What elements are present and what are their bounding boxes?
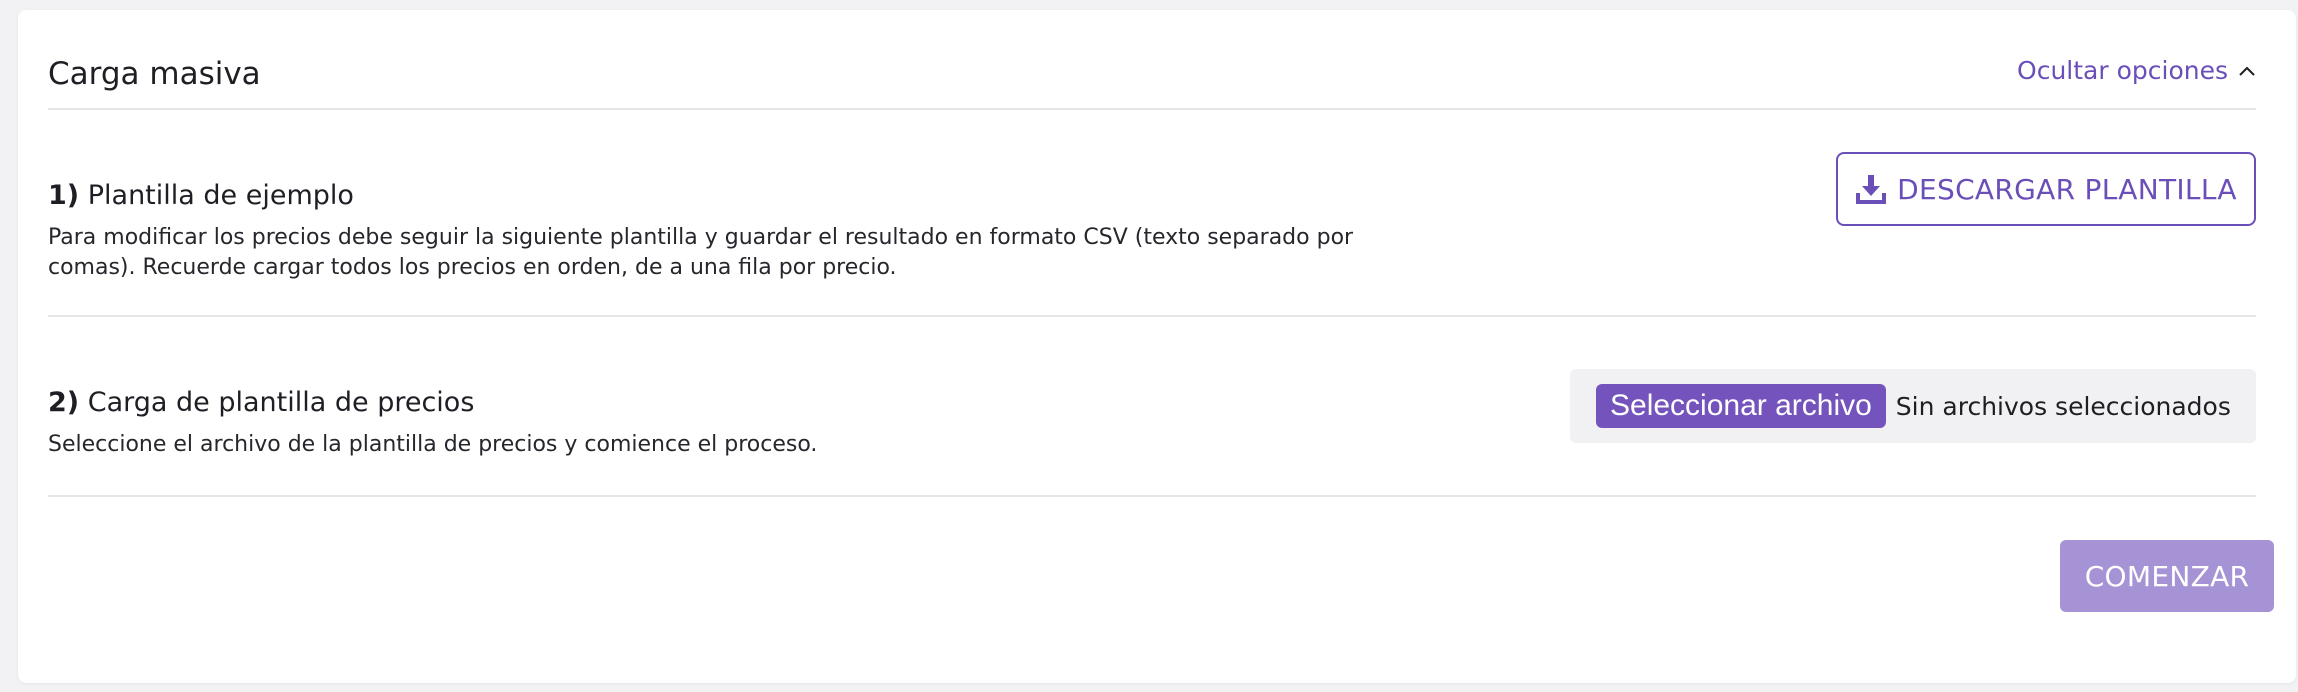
file-status-text: Sin archivos seleccionados xyxy=(1895,391,2231,421)
download-template-label: DESCARGAR PLANTILLA xyxy=(1897,172,2237,206)
hide-options-toggle[interactable]: Ocultar opciones xyxy=(2017,56,2256,85)
step-1-title-text: Plantilla de ejemplo xyxy=(87,180,354,211)
step-1-description: Para modificar los precios debe seguir l… xyxy=(48,225,1354,280)
bulk-upload-card: Carga masiva Ocultar opciones 1) Plantil… xyxy=(18,10,2296,683)
step-1-number: 1) xyxy=(48,180,80,211)
step-2-title: 2) Carga de plantilla de precios xyxy=(48,387,474,418)
download-template-button[interactable]: DESCARGAR PLANTILLA xyxy=(1836,152,2256,226)
step-upload-section: 2) Carga de plantilla de precios Selecci… xyxy=(48,317,2256,497)
file-input[interactable]: Seleccionar archivo Sin archivos selecci… xyxy=(1570,369,2256,443)
hide-options-label: Ocultar opciones xyxy=(2017,56,2228,85)
select-file-button[interactable]: Seleccionar archivo xyxy=(1596,384,1886,428)
start-button[interactable]: COMENZAR xyxy=(2060,540,2274,612)
download-icon xyxy=(1855,173,1887,205)
step-2-title-text: Carga de plantilla de precios xyxy=(87,387,475,418)
step-2-description: Seleccione el archivo de la plantilla de… xyxy=(48,432,818,457)
card-header: Carga masiva Ocultar opciones xyxy=(48,10,2256,110)
step-template-section: 1) Plantilla de ejemplo Para modificar l… xyxy=(48,110,2256,317)
step-2-number: 2) xyxy=(48,387,80,418)
page-title: Carga masiva xyxy=(48,56,261,92)
chevron-up-icon xyxy=(2238,65,2256,77)
step-1-title: 1) Plantilla de ejemplo xyxy=(48,180,354,211)
